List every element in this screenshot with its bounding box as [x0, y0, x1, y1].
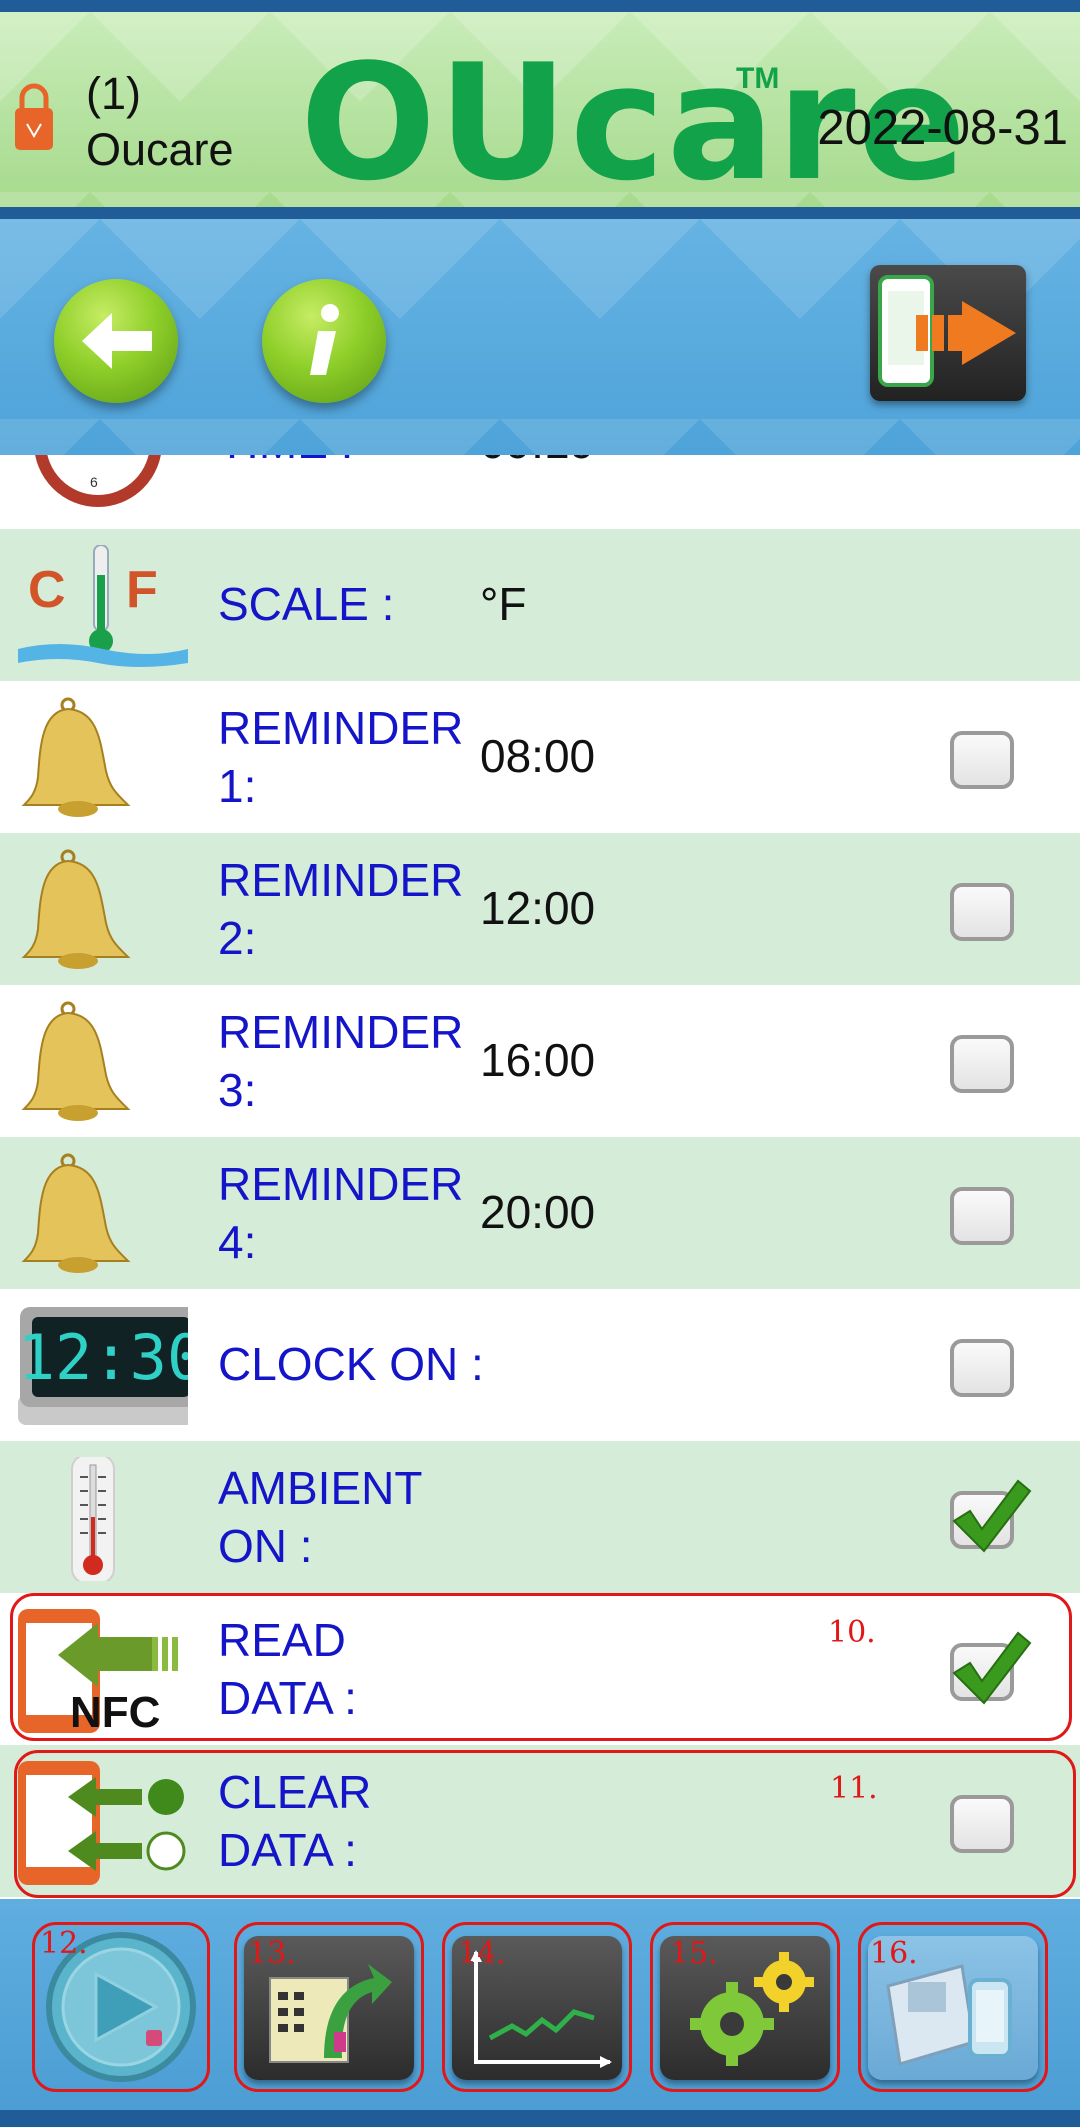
time-label: TIME : — [218, 455, 478, 471]
annotation-label-10: 10. — [828, 1615, 876, 1650]
bell-icon — [21, 1001, 131, 1121]
nav-export-button[interactable]: 13. — [234, 1922, 424, 2092]
user-id: (1) — [86, 68, 141, 119]
header-divider — [0, 207, 1080, 219]
reminder-4-time[interactable]: 20:00 — [480, 1183, 595, 1241]
bottom-navigation: 12. 13. 14. 15. 16. — [0, 1899, 1080, 2127]
reminder-3-time[interactable]: 16:00 — [480, 1031, 595, 1089]
reminder-4-checkbox[interactable] — [950, 1187, 1014, 1245]
reminder-1-label: REMINDER 1: — [218, 702, 464, 812]
nav-settings-button[interactable]: 15. — [650, 1922, 840, 2092]
info-icon — [310, 304, 339, 375]
setting-row-scale[interactable]: C F SCALE : °F — [0, 529, 1080, 681]
scale-value[interactable]: °F — [480, 575, 527, 633]
time-value[interactable]: 09:19 — [480, 455, 595, 471]
thermometer-icon — [71, 1457, 115, 1581]
setting-row-clock-on[interactable]: 12:30 CLOCK ON : — [0, 1289, 1080, 1441]
ambient-on-label: AMBIENT ON : — [218, 1462, 423, 1572]
app-header: (1) Oucare OUcare TM 2022-08-31 — [0, 12, 1080, 207]
reminder-4-label: REMINDER 4: — [218, 1158, 464, 1268]
reminder-1-time[interactable]: 08:00 — [480, 727, 595, 785]
back-button[interactable] — [54, 279, 178, 403]
annotation-label-15: 15. — [670, 1936, 718, 1971]
phone-transfer-icon — [878, 275, 1016, 387]
setting-row-time[interactable]: 6 TIME : 09:19 — [0, 455, 1080, 525]
transfer-exit-button[interactable] — [870, 265, 1026, 401]
scale-label: SCALE : — [218, 578, 395, 630]
svg-text:C: C — [28, 561, 66, 619]
arrow-left-icon — [82, 313, 152, 369]
current-date: 2022-08-31 — [817, 101, 1068, 155]
svg-text:6: 6 — [90, 474, 98, 490]
annotation-box-11 — [14, 1750, 1076, 1898]
reminder-3-checkbox[interactable] — [950, 1035, 1014, 1093]
setting-row-reminder-2[interactable]: REMINDER 2: 12:00 — [0, 833, 1080, 985]
annotation-label-16: 16. — [870, 1936, 918, 1971]
setting-row-reminder-1[interactable]: REMINDER 1: 08:00 — [0, 681, 1080, 833]
setting-row-reminder-3[interactable]: REMINDER 3: 16:00 — [0, 985, 1080, 1137]
reminder-2-checkbox[interactable] — [950, 883, 1014, 941]
annotation-label-11: 11. — [830, 1771, 878, 1806]
checkmark-icon — [952, 1479, 1032, 1553]
reminder-2-label: REMINDER 2: — [218, 854, 464, 964]
annotation-label-13: 13. — [248, 1936, 296, 1971]
nav-device-button[interactable]: 16. — [858, 1922, 1048, 2092]
setting-row-reminder-4[interactable]: REMINDER 4: 20:00 — [0, 1137, 1080, 1289]
clock-on-label: CLOCK ON : — [218, 1338, 484, 1390]
nav-chart-button[interactable]: 14. — [442, 1922, 632, 2092]
reminder-3-label: REMINDER 3: — [218, 1006, 464, 1116]
reminder-2-time[interactable]: 12:00 — [480, 879, 595, 937]
thermometer-scale-icon: C F — [18, 545, 188, 667]
top-strip — [0, 0, 1080, 12]
annotation-label-12: 12. — [40, 1926, 88, 1961]
annotation-label-14: 14. — [458, 1936, 506, 1971]
nav-play-button[interactable]: 12. — [32, 1922, 210, 2092]
lock-icon[interactable] — [14, 80, 54, 152]
settings-list: 6 TIME : 09:19 C F SCALE : °F REMINDER 1… — [0, 455, 1080, 1899]
digital-clock-icon: 12:30 — [18, 1307, 188, 1425]
bell-icon — [21, 697, 131, 817]
annotation-box-10 — [10, 1593, 1072, 1741]
digital-clock-display: 12:30 — [18, 1321, 188, 1394]
clock-on-checkbox[interactable] — [950, 1339, 1014, 1397]
clock-icon: 6 — [35, 455, 161, 507]
setting-row-ambient-on[interactable]: AMBIENT ON : — [0, 1441, 1080, 1593]
reminder-1-checkbox[interactable] — [950, 731, 1014, 789]
bell-icon — [21, 1153, 131, 1273]
trademark-symbol: TM — [736, 62, 780, 95]
svg-text:F: F — [126, 561, 158, 619]
toolbar — [0, 219, 1080, 455]
user-name: Oucare — [86, 124, 234, 175]
info-button[interactable] — [262, 279, 386, 403]
bottom-strip — [0, 2110, 1080, 2127]
ambient-on-checkbox[interactable] — [950, 1479, 1032, 1553]
bell-icon — [21, 849, 131, 969]
